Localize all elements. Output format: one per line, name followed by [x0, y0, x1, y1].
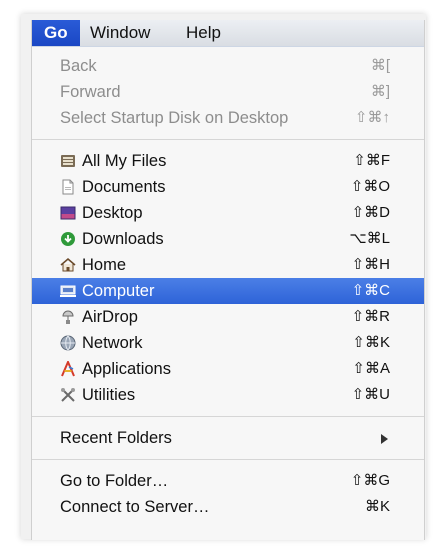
menu-item-label: All My Files	[82, 152, 167, 170]
menu-item-label: Documents	[82, 178, 166, 196]
desktop-icon	[60, 205, 76, 221]
menu-item-shortcut: ⇧⌘O	[350, 178, 390, 195]
menu-item-shortcut: ⇧⌘R	[351, 308, 390, 325]
menu-item-shortcut: ⌥⌘L	[349, 230, 390, 247]
computer-icon	[60, 283, 76, 299]
downloads-icon	[60, 231, 76, 247]
menu-item-shortcut: ⇧⌘A	[352, 360, 390, 377]
menu-item-applications[interactable]: Applications ⇧⌘A	[32, 356, 424, 382]
menu-item-shortcut: ⇧⌘F	[353, 152, 390, 169]
airdrop-icon	[60, 309, 76, 325]
menu-item-airdrop[interactable]: AirDrop ⇧⌘R	[32, 304, 424, 330]
menu-item-documents[interactable]: Documents ⇧⌘O	[32, 174, 424, 200]
menu-item-shortcut: ⇧⌘K	[352, 334, 390, 351]
menu-item-shortcut: ⇧⌘C	[351, 282, 390, 299]
menubar-go[interactable]: Go	[44, 23, 68, 43]
menu-item-shortcut: ⌘]	[370, 83, 390, 100]
menu-item-label: Applications	[82, 360, 171, 378]
menu-item-label: AirDrop	[82, 308, 138, 326]
menu-item-shortcut: ⇧⌘D	[351, 204, 390, 221]
menu-item-label: Desktop	[82, 204, 143, 222]
menu-item-label: Utilities	[82, 386, 136, 404]
menu-item-recent-folders[interactable]: Recent Folders	[32, 425, 424, 451]
menu-item-label: Computer	[82, 282, 155, 300]
menu-item-shortcut: ⇧⌘H	[351, 256, 390, 273]
documents-icon	[60, 179, 76, 195]
menu-item-label: Forward	[60, 83, 121, 101]
menu-item-label: Downloads	[82, 230, 164, 248]
menu-item-computer[interactable]: Computer ⇧⌘C	[32, 278, 424, 304]
menu-item-utilities[interactable]: Utilities ⇧⌘U	[32, 382, 424, 408]
menu-item-label: Go to Folder…	[60, 472, 169, 490]
menu-item-connect-to-server[interactable]: Connect to Server… ⌘K	[32, 494, 424, 520]
menubar-window[interactable]: Window	[90, 23, 150, 43]
menu-item-shortcut: ⌘[	[370, 57, 390, 74]
separator	[32, 459, 424, 460]
menu-item-all-my-files[interactable]: All My Files ⇧⌘F	[32, 148, 424, 174]
menu-item-label: Network	[82, 334, 143, 352]
applications-icon	[60, 361, 76, 377]
separator	[32, 139, 424, 140]
menu-item-desktop[interactable]: Desktop ⇧⌘D	[32, 200, 424, 226]
menu-item-label: Back	[60, 57, 97, 75]
menu-items: Back ⌘[ Forward ⌘] Select Startup Disk o…	[32, 47, 424, 520]
menu-item-back[interactable]: Back ⌘[	[32, 53, 424, 79]
menu-item-shortcut: ⇧⌘G	[350, 472, 390, 489]
go-menu: Go Window Help Back ⌘[ Forward ⌘] Select…	[31, 20, 425, 540]
menu-item-go-to-folder[interactable]: Go to Folder… ⇧⌘G	[32, 468, 424, 494]
home-icon	[60, 257, 76, 273]
menu-item-forward[interactable]: Forward ⌘]	[32, 79, 424, 105]
menu-item-shortcut: ⇧⌘↑	[354, 109, 390, 126]
menu-item-shortcut: ⇧⌘U	[351, 386, 390, 403]
menu-item-shortcut: ⌘K	[364, 498, 390, 515]
menu-item-label: Recent Folders	[60, 429, 172, 447]
utilities-icon	[60, 387, 76, 403]
menu-item-select-startup-disk[interactable]: Select Startup Disk on Desktop ⇧⌘↑	[32, 105, 424, 131]
menu-item-label: Select Startup Disk on Desktop	[60, 109, 289, 127]
menu-item-network[interactable]: Network ⇧⌘K	[32, 330, 424, 356]
menu-item-label: Connect to Server…	[60, 498, 210, 516]
menu-item-downloads[interactable]: Downloads ⌥⌘L	[32, 226, 424, 252]
menubar: Go Window Help	[32, 20, 424, 47]
separator	[32, 416, 424, 417]
menubar-help[interactable]: Help	[186, 23, 221, 43]
menu-item-label: Home	[82, 256, 127, 274]
network-icon	[60, 335, 76, 351]
all-my-files-icon	[60, 153, 76, 169]
menu-item-home[interactable]: Home ⇧⌘H	[32, 252, 424, 278]
submenu-arrow-icon	[381, 434, 388, 444]
